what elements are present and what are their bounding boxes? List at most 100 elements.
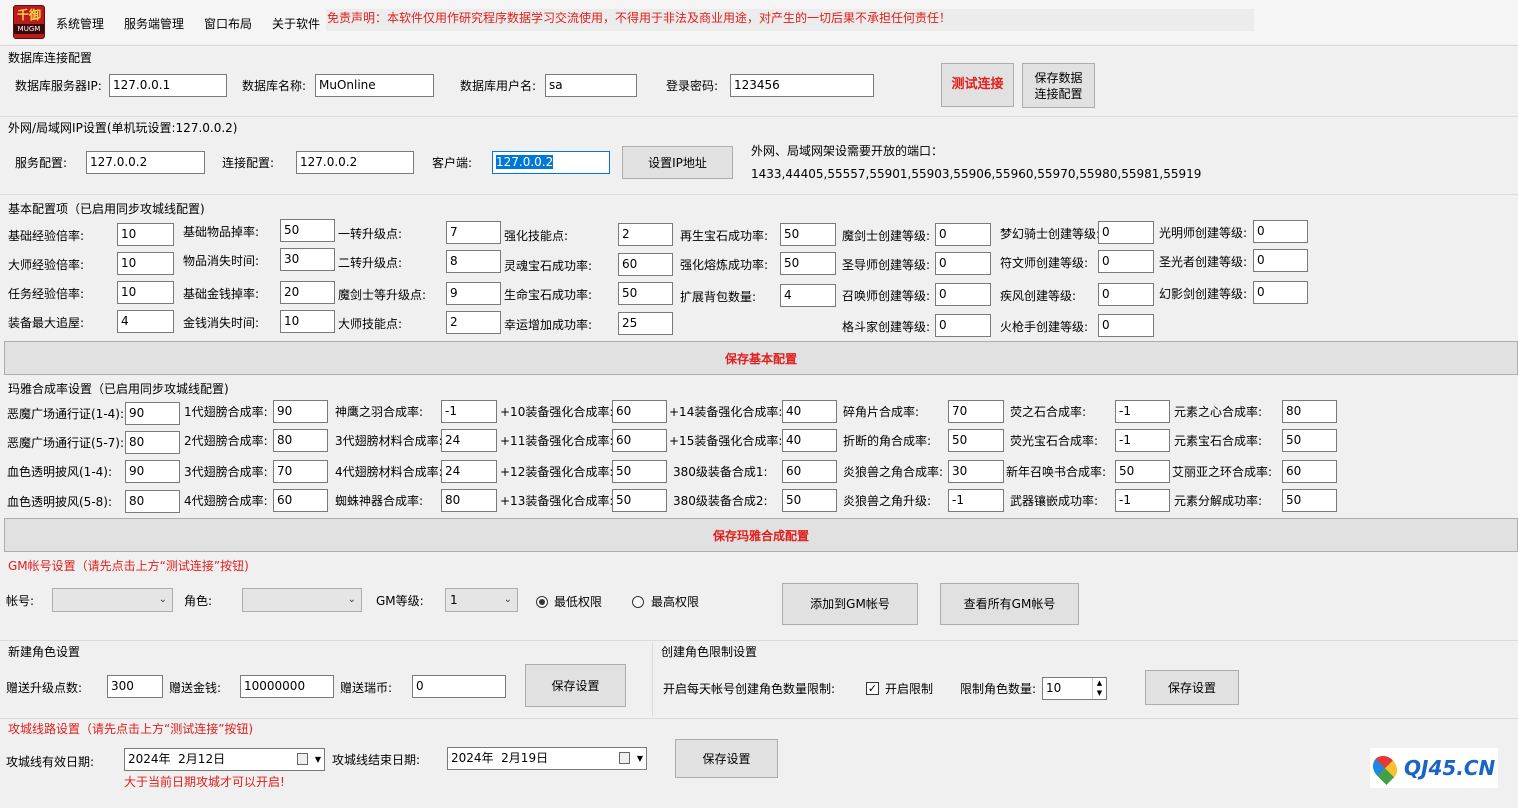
basic-field-input[interactable]: 0	[1253, 249, 1308, 272]
maya-field-input[interactable]: 60	[612, 429, 667, 452]
basic-field-input[interactable]: 10	[117, 252, 174, 275]
enable-limit-checkbox[interactable]: ✓	[866, 682, 879, 695]
basic-field-input[interactable]: 2	[446, 311, 501, 334]
basic-field-input[interactable]: 9	[446, 282, 501, 305]
radio-lowest-permission[interactable]	[536, 596, 548, 608]
maya-field-input[interactable]: -1	[948, 489, 1004, 512]
menu-item-system[interactable]: 系统管理	[56, 16, 104, 32]
basic-field-input[interactable]: 0	[935, 314, 991, 337]
save-maya-config-button[interactable]: 保存玛雅合成配置	[4, 518, 1518, 552]
gift-money-input[interactable]: 10000000	[240, 675, 334, 698]
stepper-down-icon[interactable]: ▼	[1092, 688, 1106, 699]
siege-start-date-picker[interactable]: 2024年 2月12日 ▼	[124, 748, 325, 771]
menu-item-layout[interactable]: 窗口布局	[204, 16, 252, 32]
maya-field-input[interactable]: 80	[125, 431, 180, 454]
basic-field-input[interactable]: 0	[935, 223, 991, 246]
maya-field-input[interactable]: 80	[1282, 400, 1337, 423]
gift-coin-input[interactable]: 0	[412, 675, 506, 698]
radio-highest-permission[interactable]	[632, 596, 644, 608]
basic-field-input[interactable]: 20	[280, 281, 335, 304]
maya-field-input[interactable]: 50	[1282, 429, 1337, 452]
basic-field-input[interactable]: 4	[780, 284, 836, 307]
basic-field-input[interactable]: 2	[618, 223, 673, 246]
server-config-input[interactable]: 127.0.0.2	[86, 151, 205, 174]
maya-field-input[interactable]: 40	[782, 429, 837, 452]
save-siege-button[interactable]: 保存设置	[675, 739, 778, 778]
db-password-input[interactable]: 123456	[730, 74, 874, 97]
siege-end-date-picker[interactable]: 2024年 2月19日 ▼	[447, 747, 647, 770]
basic-field-input[interactable]: 0	[1098, 250, 1154, 273]
basic-field-input[interactable]: 4	[117, 310, 174, 333]
menu-item-about[interactable]: 关于软件	[272, 16, 320, 32]
basic-field-input[interactable]: 10	[280, 310, 335, 333]
basic-field-input[interactable]: 50	[618, 282, 673, 305]
view-gm-accounts-button[interactable]: 查看所有GM帐号	[940, 583, 1079, 625]
save-basic-config-button[interactable]: 保存基本配置	[4, 341, 1518, 375]
maya-field-input[interactable]: 50	[612, 460, 667, 483]
basic-field-input[interactable]: 7	[446, 221, 501, 244]
basic-field-input[interactable]: 0	[935, 283, 991, 306]
basic-field-input[interactable]: 0	[1098, 314, 1154, 337]
maya-field-input[interactable]: 70	[948, 400, 1004, 423]
gm-level-select[interactable]: 1 ⌄	[445, 588, 518, 612]
set-ip-button[interactable]: 设置IP地址	[622, 146, 733, 179]
basic-field-input[interactable]: 25	[618, 312, 673, 335]
maya-field-input[interactable]: -1	[1115, 429, 1170, 452]
maya-field-input[interactable]: 24	[441, 460, 497, 483]
db-ip-input[interactable]: 127.0.0.1	[109, 74, 227, 97]
add-gm-account-button[interactable]: 添加到GM帐号	[782, 583, 918, 625]
maya-field-input[interactable]: 60	[612, 400, 667, 423]
basic-field-input[interactable]: 0	[1253, 281, 1308, 304]
maya-field-input[interactable]: 40	[782, 400, 837, 423]
gm-role-select[interactable]: ⌄	[242, 588, 362, 612]
maya-field-input[interactable]: -1	[441, 400, 497, 423]
save-new-role-button[interactable]: 保存设置	[525, 664, 626, 707]
basic-field-input[interactable]: 50	[780, 252, 836, 275]
maya-field-input[interactable]: 50	[948, 429, 1004, 452]
maya-field-input[interactable]: 80	[125, 490, 180, 513]
maya-field-input[interactable]: 50	[1282, 489, 1337, 512]
gift-points-input[interactable]: 300	[107, 675, 163, 698]
maya-field-input[interactable]: 60	[1282, 460, 1337, 483]
maya-field-input[interactable]: 50	[612, 489, 667, 512]
maya-field-input[interactable]: 80	[273, 429, 328, 452]
menu-item-server[interactable]: 服务端管理	[124, 16, 184, 32]
maya-field-input[interactable]: 50	[1115, 460, 1170, 483]
db-name-input[interactable]: MuOnline	[315, 74, 434, 97]
maya-field-input[interactable]: 50	[782, 489, 837, 512]
limit-count-stepper[interactable]: 10 ▲ ▼	[1042, 677, 1107, 700]
gm-account-select[interactable]: ⌄	[52, 588, 173, 612]
basic-field-input[interactable]: 8	[446, 250, 501, 273]
basic-field-input[interactable]: 0	[935, 252, 991, 275]
maya-field-input[interactable]: 30	[948, 460, 1004, 483]
db-user-input[interactable]: sa	[545, 74, 637, 97]
maya-field-input[interactable]: 60	[273, 489, 328, 512]
chevron-down-icon[interactable]: ▼	[315, 749, 321, 770]
calendar-icon[interactable]	[297, 753, 308, 765]
basic-field-input[interactable]: 0	[1253, 220, 1308, 243]
basic-field-input[interactable]: 50	[280, 219, 335, 242]
basic-field-input[interactable]: 10	[117, 281, 174, 304]
basic-field-input[interactable]: 50	[780, 223, 836, 246]
maya-field-input[interactable]: 24	[441, 429, 497, 452]
basic-field-input[interactable]: 30	[280, 248, 335, 271]
maya-field-input[interactable]: 70	[273, 460, 328, 483]
test-connection-button[interactable]: 测试连接	[941, 63, 1014, 107]
maya-field-input[interactable]: -1	[1115, 489, 1170, 512]
calendar-icon[interactable]	[619, 752, 630, 764]
maya-field-input[interactable]: 60	[782, 460, 837, 483]
basic-field-input[interactable]: 0	[1098, 283, 1154, 306]
save-role-limit-button[interactable]: 保存设置	[1145, 670, 1239, 705]
maya-field-input[interactable]: 90	[273, 400, 328, 423]
maya-field-input[interactable]: 80	[441, 489, 497, 512]
basic-field-input[interactable]: 10	[117, 223, 174, 246]
maya-field-input[interactable]: -1	[1115, 400, 1170, 423]
stepper-up-icon[interactable]: ▲	[1092, 678, 1106, 688]
maya-field-input[interactable]: 90	[125, 460, 180, 483]
connect-config-input[interactable]: 127.0.0.2	[296, 151, 414, 174]
client-input[interactable]: 127.0.0.2	[492, 151, 610, 174]
basic-field-input[interactable]: 60	[618, 253, 673, 276]
maya-field-input[interactable]: 90	[125, 402, 180, 425]
chevron-down-icon[interactable]: ▼	[637, 748, 643, 769]
basic-field-input[interactable]: 0	[1098, 221, 1154, 244]
